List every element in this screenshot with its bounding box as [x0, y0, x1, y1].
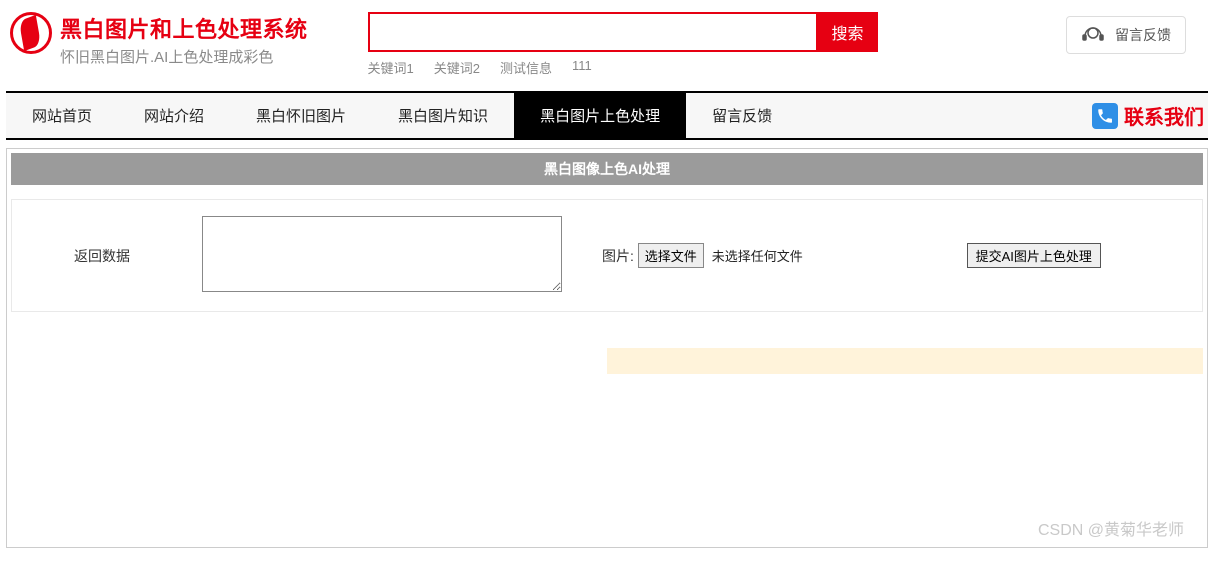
strip-left [11, 348, 607, 374]
search-block: 搜索 关键词1 关键词2 测试信息 111 [368, 12, 878, 77]
panel-title: 黑白图像上色AI处理 [11, 153, 1203, 185]
header: 黑白图片和上色处理系统 怀旧黑白图片.AI上色处理成彩色 搜索 关键词1 关键词… [0, 0, 1214, 81]
keyword-link[interactable]: 关键词1 [368, 58, 414, 77]
file-status-text: 未选择任何文件 [712, 249, 803, 264]
main-panel: 黑白图像上色AI处理 返回数据 图片: 选择文件 未选择任何文件 提交AI图片上… [6, 148, 1208, 548]
strip-right [607, 348, 1203, 374]
contact-us-link[interactable]: 联系我们 [1092, 101, 1204, 130]
feedback-top-label: 留言反馈 [1115, 25, 1171, 45]
bottom-strip [11, 348, 1203, 374]
site-title: 黑白图片和上色处理系统 [60, 12, 308, 44]
submit-button[interactable]: 提交AI图片上色处理 [967, 243, 1101, 268]
return-data-textarea[interactable] [202, 216, 562, 292]
headset-icon [1081, 23, 1105, 47]
choose-file-button[interactable]: 选择文件 [638, 243, 704, 268]
nav-item-bw-knowledge[interactable]: 黑白图片知识 [372, 93, 514, 138]
logo-area: 黑白图片和上色处理系统 怀旧黑白图片.AI上色处理成彩色 [10, 12, 308, 67]
nav-item-colorize[interactable]: 黑白图片上色处理 [514, 93, 686, 138]
keyword-link[interactable]: 测试信息 [500, 58, 552, 77]
form-area: 返回数据 图片: 选择文件 未选择任何文件 提交AI图片上色处理 [11, 199, 1203, 312]
phone-icon [1092, 103, 1118, 129]
file-label: 图片: [602, 248, 634, 264]
return-data-label: 返回数据 [12, 200, 192, 311]
nav-item-about[interactable]: 网站介绍 [118, 93, 230, 138]
title-block: 黑白图片和上色处理系统 怀旧黑白图片.AI上色处理成彩色 [60, 12, 308, 67]
contact-us-label: 联系我们 [1124, 101, 1204, 130]
nav-item-bw-photos[interactable]: 黑白怀旧图片 [230, 93, 372, 138]
search-keywords: 关键词1 关键词2 测试信息 111 [368, 58, 878, 77]
search-input[interactable] [368, 12, 818, 52]
form-table: 返回数据 图片: 选择文件 未选择任何文件 提交AI图片上色处理 [12, 200, 1202, 311]
keyword-link[interactable]: 111 [572, 58, 592, 77]
nav-item-home[interactable]: 网站首页 [6, 93, 118, 138]
logo-icon [10, 12, 52, 54]
site-subtitle: 怀旧黑白图片.AI上色处理成彩色 [60, 46, 308, 67]
watermark: CSDN @黄菊华老师 [1038, 516, 1184, 540]
keyword-link[interactable]: 关键词2 [434, 58, 480, 77]
main-nav: 网站首页 网站介绍 黑白怀旧图片 黑白图片知识 黑白图片上色处理 留言反馈 联系… [6, 91, 1208, 140]
nav-item-feedback[interactable]: 留言反馈 [686, 93, 798, 138]
form-row: 返回数据 图片: 选择文件 未选择任何文件 提交AI图片上色处理 [12, 200, 1202, 311]
search-row: 搜索 [368, 12, 878, 52]
search-button[interactable]: 搜索 [818, 12, 878, 52]
feedback-top-button[interactable]: 留言反馈 [1066, 16, 1186, 54]
